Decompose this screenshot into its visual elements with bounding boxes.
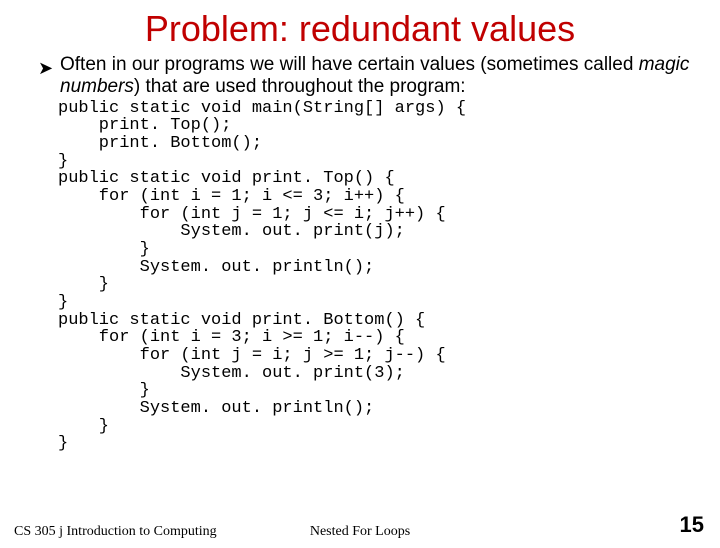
intro-text-2: ) that are used throughout the program: <box>134 76 466 97</box>
intro-text-1: Often in our programs we will have certa… <box>60 54 639 75</box>
footer-center: Nested For Loops <box>0 524 720 540</box>
bullet-icon: ➤ <box>38 58 53 79</box>
page-number: 15 <box>680 512 704 538</box>
code-block: public static void main(String[] args) {… <box>58 100 720 453</box>
slide-title: Problem: redundant values <box>0 8 720 50</box>
intro-paragraph: ➤ Often in our programs we will have cer… <box>60 54 690 98</box>
